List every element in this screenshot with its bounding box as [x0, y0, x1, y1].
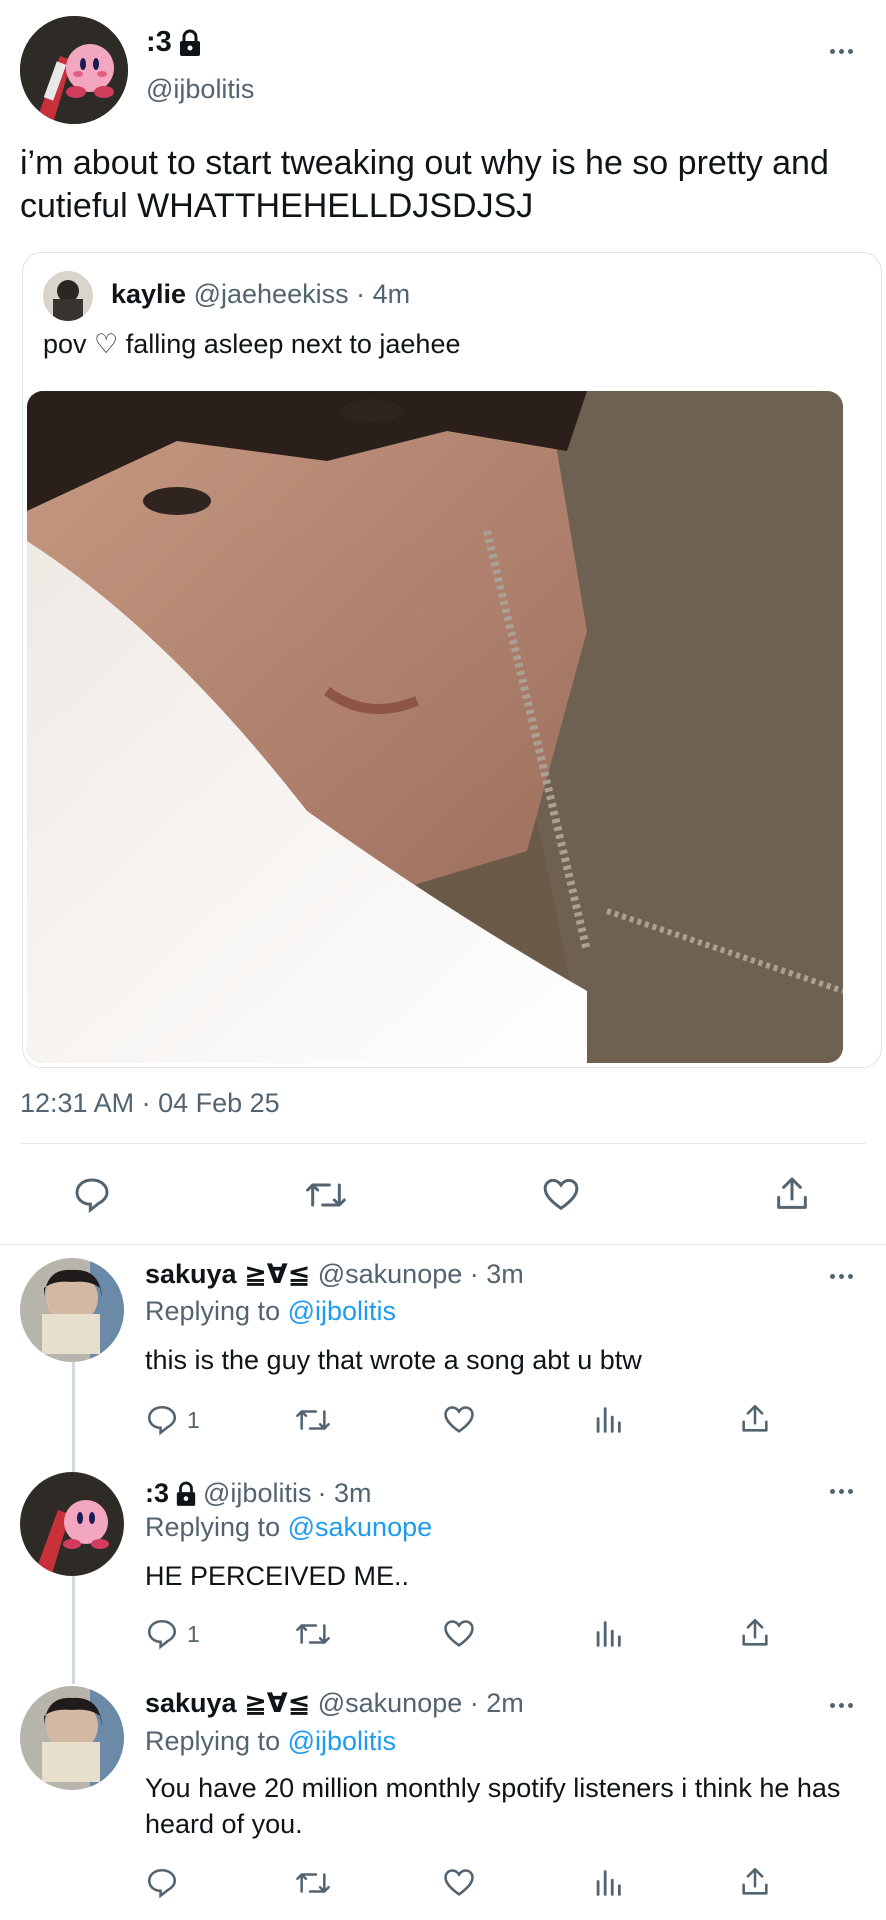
- analytics-icon[interactable]: [591, 1866, 625, 1900]
- thread-line: [72, 1360, 75, 1472]
- quoted-time: · 4m: [356, 279, 411, 309]
- like-icon[interactable]: [441, 1866, 477, 1900]
- replying-to-link[interactable]: @ijbolitis: [288, 1726, 396, 1756]
- reply-avatar[interactable]: [20, 1686, 124, 1790]
- reply-text: this is the guy that wrote a song abt u …: [145, 1345, 642, 1375]
- reply-icon[interactable]: [72, 1175, 112, 1215]
- replying-to-label: Replying to: [145, 1512, 281, 1542]
- like-icon[interactable]: [441, 1403, 477, 1437]
- quoted-photo[interactable]: [27, 391, 843, 1063]
- reply-text: HE PERCEIVED ME..: [145, 1561, 410, 1591]
- reply-handle[interactable]: @ijbolitis: [203, 1478, 311, 1509]
- retweet-icon[interactable]: [294, 1403, 332, 1437]
- reply-avatar[interactable]: [20, 1258, 124, 1362]
- like-icon[interactable]: [540, 1175, 582, 1215]
- more-options-icon[interactable]: [830, 1270, 853, 1282]
- analytics-icon[interactable]: [591, 1403, 625, 1437]
- tweet-timestamp: 12:31 AM · 04 Feb 25: [20, 1088, 280, 1118]
- author-handle[interactable]: @ijbolitis: [146, 74, 254, 105]
- like-icon[interactable]: [441, 1617, 477, 1651]
- reply-display-name[interactable]: sakuya ≧∀≦: [145, 1688, 310, 1718]
- more-options-icon[interactable]: [830, 1699, 853, 1711]
- replying-to-link[interactable]: @sakunope: [288, 1512, 433, 1542]
- quoted-tweet-card[interactable]: kaylie @jaeheekiss · 4m pov ♡ falling as…: [22, 252, 882, 1068]
- reply-icon[interactable]: [145, 1866, 179, 1900]
- replying-to-link[interactable]: @ijbolitis: [288, 1296, 396, 1326]
- retweet-icon[interactable]: [294, 1617, 332, 1651]
- share-icon[interactable]: [738, 1615, 772, 1651]
- replying-to-label: Replying to: [145, 1296, 281, 1326]
- reply-text: You have 20 million monthly spotify list…: [145, 1773, 841, 1839]
- share-icon[interactable]: [738, 1401, 772, 1437]
- thread-line: [72, 1574, 75, 1684]
- reply-time: · 3m: [317, 1478, 372, 1508]
- reply-icon: [145, 1403, 179, 1437]
- analytics-icon[interactable]: [591, 1617, 625, 1651]
- lock-icon: [175, 1481, 197, 1507]
- quoted-display-name: kaylie: [111, 279, 187, 309]
- reply-button[interactable]: 1: [145, 1617, 200, 1651]
- author-avatar[interactable]: [20, 16, 128, 124]
- retweet-icon[interactable]: [294, 1866, 332, 1900]
- share-icon[interactable]: [772, 1173, 812, 1215]
- reply-icon: [145, 1617, 179, 1651]
- reply-time: · 2m: [469, 1688, 524, 1718]
- lock-icon: [178, 29, 202, 57]
- replying-to-label: Replying to: [145, 1726, 281, 1756]
- reply-time: · 3m: [469, 1259, 524, 1289]
- reply-count: 1: [187, 1406, 200, 1433]
- quoted-handle: @jaeheekiss: [193, 279, 349, 309]
- more-options-icon[interactable]: [830, 1485, 853, 1497]
- reply-display-name[interactable]: :3: [145, 1478, 169, 1509]
- reply-display-name[interactable]: sakuya ≧∀≦: [145, 1259, 310, 1289]
- quoted-author-avatar: [43, 271, 93, 321]
- reply-handle[interactable]: @sakunope: [318, 1259, 463, 1289]
- more-options-icon[interactable]: [830, 45, 853, 57]
- author-display-name[interactable]: :3: [146, 26, 172, 59]
- share-icon[interactable]: [738, 1864, 772, 1900]
- reply-avatar[interactable]: [20, 1472, 124, 1576]
- retweet-icon[interactable]: [304, 1175, 348, 1215]
- reply-count: 1: [187, 1620, 200, 1647]
- quoted-text: pov ♡ falling asleep next to jaehee: [43, 329, 461, 359]
- reply-button[interactable]: 1: [145, 1403, 200, 1437]
- reply-handle[interactable]: @sakunope: [318, 1688, 463, 1718]
- tweet-text: i’m about to start tweaking out why is h…: [20, 144, 829, 225]
